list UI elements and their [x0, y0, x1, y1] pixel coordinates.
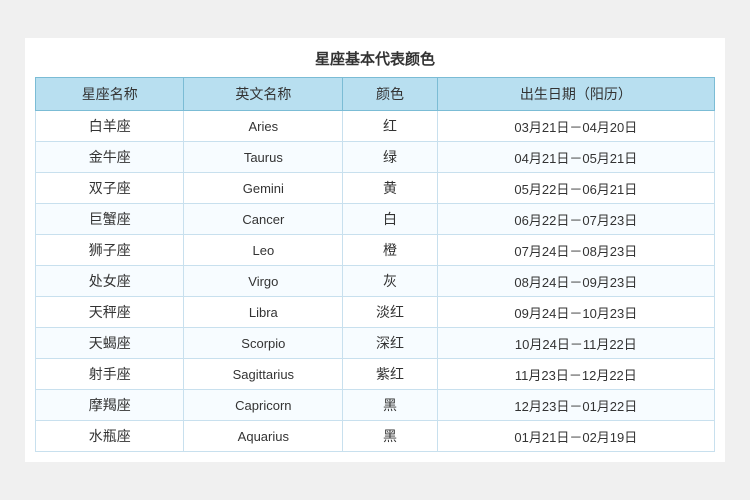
cell-dates: 11月23日－12月22日	[437, 359, 714, 390]
cell-color: 绿	[343, 142, 437, 173]
cell-dates: 10月24日－11月22日	[437, 328, 714, 359]
cell-chinese: 水瓶座	[36, 421, 184, 452]
cell-chinese: 狮子座	[36, 235, 184, 266]
cell-english: Sagittarius	[184, 359, 343, 390]
cell-color: 深红	[343, 328, 437, 359]
cell-chinese: 摩羯座	[36, 390, 184, 421]
table-row: 双子座Gemini黄05月22日－06月21日	[36, 173, 715, 204]
cell-chinese: 处女座	[36, 266, 184, 297]
cell-english: Aries	[184, 111, 343, 142]
col-header-chinese: 星座名称	[36, 78, 184, 111]
col-header-english: 英文名称	[184, 78, 343, 111]
cell-dates: 08月24日－09月23日	[437, 266, 714, 297]
col-header-dates: 出生日期（阳历）	[437, 78, 714, 111]
cell-dates: 12月23日－01月22日	[437, 390, 714, 421]
cell-dates: 06月22日－07月23日	[437, 204, 714, 235]
table-row: 天秤座Libra淡红09月24日－10月23日	[36, 297, 715, 328]
cell-english: Virgo	[184, 266, 343, 297]
cell-english: Scorpio	[184, 328, 343, 359]
cell-chinese: 天蝎座	[36, 328, 184, 359]
table-row: 射手座Sagittarius紫红11月23日－12月22日	[36, 359, 715, 390]
cell-color: 黑	[343, 390, 437, 421]
cell-color: 淡红	[343, 297, 437, 328]
cell-dates: 07月24日－08月23日	[437, 235, 714, 266]
cell-chinese: 双子座	[36, 173, 184, 204]
cell-color: 黑	[343, 421, 437, 452]
cell-chinese: 巨蟹座	[36, 204, 184, 235]
cell-chinese: 射手座	[36, 359, 184, 390]
cell-dates: 05月22日－06月21日	[437, 173, 714, 204]
zodiac-table: 星座名称 英文名称 颜色 出生日期（阳历） 白羊座Aries红03月21日－04…	[35, 77, 715, 452]
cell-color: 白	[343, 204, 437, 235]
cell-english: Capricorn	[184, 390, 343, 421]
page-title: 星座基本代表颜色	[35, 48, 715, 69]
cell-dates: 01月21日－02月19日	[437, 421, 714, 452]
table-row: 金牛座Taurus绿04月21日－05月21日	[36, 142, 715, 173]
table-row: 水瓶座Aquarius黑01月21日－02月19日	[36, 421, 715, 452]
table-row: 处女座Virgo灰08月24日－09月23日	[36, 266, 715, 297]
table-row: 白羊座Aries红03月21日－04月20日	[36, 111, 715, 142]
cell-color: 灰	[343, 266, 437, 297]
cell-color: 橙	[343, 235, 437, 266]
cell-english: Leo	[184, 235, 343, 266]
table-row: 天蝎座Scorpio深红10月24日－11月22日	[36, 328, 715, 359]
cell-english: Gemini	[184, 173, 343, 204]
cell-english: Taurus	[184, 142, 343, 173]
cell-dates: 04月21日－05月21日	[437, 142, 714, 173]
cell-color: 黄	[343, 173, 437, 204]
cell-chinese: 白羊座	[36, 111, 184, 142]
cell-dates: 09月24日－10月23日	[437, 297, 714, 328]
cell-chinese: 金牛座	[36, 142, 184, 173]
cell-dates: 03月21日－04月20日	[437, 111, 714, 142]
cell-english: Aquarius	[184, 421, 343, 452]
table-row: 摩羯座Capricorn黑12月23日－01月22日	[36, 390, 715, 421]
table-row: 狮子座Leo橙07月24日－08月23日	[36, 235, 715, 266]
table-header-row: 星座名称 英文名称 颜色 出生日期（阳历）	[36, 78, 715, 111]
col-header-color: 颜色	[343, 78, 437, 111]
cell-chinese: 天秤座	[36, 297, 184, 328]
cell-english: Libra	[184, 297, 343, 328]
cell-color: 紫红	[343, 359, 437, 390]
table-row: 巨蟹座Cancer白06月22日－07月23日	[36, 204, 715, 235]
cell-color: 红	[343, 111, 437, 142]
main-container: 星座基本代表颜色 星座名称 英文名称 颜色 出生日期（阳历） 白羊座Aries红…	[25, 38, 725, 462]
cell-english: Cancer	[184, 204, 343, 235]
